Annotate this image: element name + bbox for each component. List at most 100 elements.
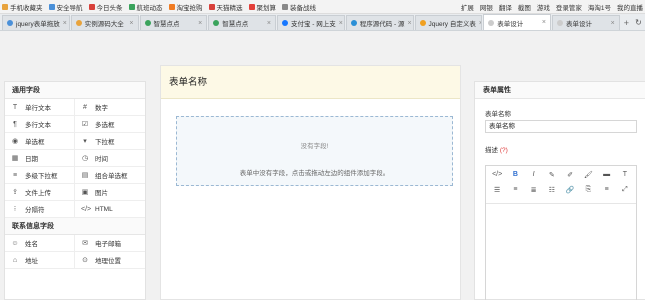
fullscreen-icon[interactable]: ⤢ <box>616 184 634 195</box>
field-multi-line-text[interactable]: ¶ 多行文本 <box>5 116 75 133</box>
browser-tab[interactable]: 表单设计 × <box>483 14 551 30</box>
toolbar-extension-item[interactable]: 扩展 <box>461 2 474 12</box>
field-drop-zone[interactable]: 没有字段! 表单中没有字段，点击或拖动左边的组件添加字段。 <box>176 116 453 186</box>
bookmark-icon <box>128 3 135 10</box>
list-icon[interactable]: ☰ <box>488 184 506 195</box>
tab-favicon-icon <box>7 20 13 26</box>
help-icon[interactable]: (?) <box>500 147 508 154</box>
font-size-icon[interactable]: T <box>616 169 634 180</box>
bookmark-label: 航班动态 <box>136 4 163 12</box>
form-title[interactable]: 表单名称 <box>161 66 460 99</box>
field-email[interactable]: ✉ 电子邮箱 <box>75 235 145 252</box>
browser-tab[interactable]: jquery表单拖放 × <box>2 15 70 30</box>
bookmark-icon <box>208 3 215 10</box>
bookmark-label: 今日头条 <box>96 4 123 12</box>
description-editor[interactable]: </> B I ✎ ✐ 🖌 ▬ T ☰ ≡ ≣ ☷ 🔗 ⎘ ≡ ⤢ <box>485 165 637 300</box>
tab-favicon-icon <box>488 19 495 26</box>
browser-tab[interactable]: 支付宝 - 网上支 × <box>277 15 345 30</box>
bookmark-item[interactable]: 航班动态 <box>128 2 163 12</box>
tab-label: jquery表单拖放 <box>16 21 60 28</box>
field-name[interactable]: ☺ 姓名 <box>5 235 75 252</box>
toolbar-extension-item[interactable]: 登录管家 <box>556 2 582 12</box>
field-checkbox[interactable]: ☑ 多选框 <box>75 116 145 133</box>
browser-tab[interactable]: Jquery 自定义表× <box>414 15 483 30</box>
radio-group-icon: ▤ <box>81 172 89 179</box>
close-tab-icon[interactable]: × <box>611 20 615 27</box>
indent-icon[interactable]: ≡ <box>598 184 616 195</box>
field-single-line-text[interactable]: T 单行文本 <box>5 99 75 116</box>
field-date[interactable]: ▦ 日期 <box>5 150 75 167</box>
field-location[interactable]: ⊙ 地理位置 <box>75 252 145 269</box>
bookmark-item[interactable]: 聚划算 <box>248 2 276 12</box>
field-file-upload[interactable]: ⇪ 文件上传 <box>5 184 75 201</box>
bookmark-item[interactable]: 今日头条 <box>88 2 123 12</box>
highlight-icon[interactable]: ✐ <box>561 169 579 180</box>
field-radio-group[interactable]: ▤ 组合单选框 <box>75 167 145 184</box>
align-center-icon[interactable]: ≣ <box>525 184 543 195</box>
toolbar-extension-item[interactable]: 海淘1号 <box>588 2 611 12</box>
link-icon[interactable]: 🔗 <box>561 184 579 195</box>
common-fields-grid: T 单行文本 # 数字 ¶ 多行文本 ☑ 多选框 ◉ 单选框 ▾ 下拉框 ▦ 日期 ◷ 时间 ≡ 多级下拉框 ▤ 组合… <box>5 99 145 218</box>
bookmark-label: 天猫精选 <box>216 4 243 12</box>
bookmark-label: 安全导航 <box>56 4 83 12</box>
field-label: 数字 <box>95 105 108 112</box>
align-right-icon[interactable]: ☷ <box>543 184 561 195</box>
italic-icon[interactable]: I <box>525 169 543 180</box>
browser-tab[interactable]: 程序源代码 - 源 × <box>345 15 414 30</box>
toolbar-extension-item[interactable]: 翻译 <box>499 2 512 12</box>
toolbar-extension-item[interactable]: 截图 <box>518 2 531 12</box>
close-tab-icon[interactable]: × <box>198 20 202 27</box>
strikethrough-icon[interactable]: ✎ <box>543 169 561 180</box>
toolbar-extension-item[interactable]: 网银 <box>480 2 493 12</box>
bookmark-item[interactable]: 淘宝抢购 <box>168 2 203 12</box>
brush-icon[interactable]: 🖌 <box>579 169 597 180</box>
close-tab-icon[interactable]: × <box>479 20 481 27</box>
field-number[interactable]: # 数字 <box>75 99 145 116</box>
toolbar-extension-item[interactable]: 我的直播 <box>617 2 643 12</box>
code-view-icon[interactable]: </> <box>488 169 506 180</box>
tab-favicon-icon <box>557 20 563 26</box>
field-cascade-dropdown[interactable]: ≡ 多级下拉框 <box>5 167 75 184</box>
browser-tab[interactable]: 智慧点点 × <box>208 15 276 30</box>
file-upload-icon: ⇪ <box>12 189 18 196</box>
close-tab-icon[interactable]: × <box>408 20 412 27</box>
field-radio[interactable]: ◉ 单选框 <box>5 133 75 150</box>
separator-icon: ⁝ <box>13 206 17 213</box>
browser-tab[interactable]: 表单设计 × <box>552 15 620 30</box>
field-dropdown[interactable]: ▾ 下拉框 <box>75 133 145 150</box>
field-label: 文件上传 <box>25 190 51 197</box>
field-image[interactable]: ▣ 图片 <box>75 184 145 201</box>
close-tab-icon[interactable]: × <box>542 19 546 26</box>
close-tab-icon[interactable]: × <box>63 20 67 27</box>
toolbar-extension-item[interactable]: 游戏 <box>537 2 550 12</box>
field-label: 组合单选框 <box>95 173 128 180</box>
unlink-icon[interactable]: ⎘ <box>579 184 597 195</box>
bookmark-icon <box>88 3 95 10</box>
browser-tab[interactable]: 智慧点点 × <box>139 15 208 30</box>
bookmark-item[interactable]: 安全导航 <box>48 2 83 12</box>
html-icon: </> <box>81 205 92 213</box>
close-tab-icon[interactable]: × <box>339 20 343 27</box>
bold-icon[interactable]: B <box>506 169 524 180</box>
browser-tab[interactable]: 实例源码大全 × <box>70 15 139 30</box>
field-time[interactable]: ◷ 时间 <box>75 150 145 167</box>
color-icon[interactable]: ▬ <box>598 169 616 180</box>
empty-hint: 表单中没有字段，点击或拖动左边的组件添加字段。 <box>239 170 390 177</box>
field-separator[interactable]: ⁝ 分隔符 <box>5 201 75 218</box>
email-icon: ✉ <box>82 240 88 247</box>
bookmark-item[interactable]: 手机收藏夹 <box>2 2 43 12</box>
description-label-text: 描述 <box>485 147 498 154</box>
bookmark-item[interactable]: 装备战线 <box>282 2 316 12</box>
form-name-input[interactable]: 表单名称 <box>485 120 637 133</box>
refresh-icon[interactable]: ↻ <box>632 15 645 30</box>
close-tab-icon[interactable]: × <box>267 20 271 27</box>
field-address[interactable]: ⌂ 地址 <box>5 252 75 269</box>
new-tab-button[interactable]: + <box>621 15 632 30</box>
field-label: 时间 <box>95 156 108 163</box>
align-left-icon[interactable]: ≡ <box>506 184 524 195</box>
bookmark-item[interactable]: 天猫精选 <box>208 2 243 12</box>
contact-fields-title: 联系信息字段 <box>5 218 145 235</box>
tab-strip: jquery表单拖放 × 实例源码大全 × 智慧点点 × 智慧点点 × 支付宝 - 网上支 × 程序… <box>0 14 645 31</box>
close-tab-icon[interactable]: × <box>129 20 133 27</box>
field-html[interactable]: </> HTML <box>75 201 145 218</box>
